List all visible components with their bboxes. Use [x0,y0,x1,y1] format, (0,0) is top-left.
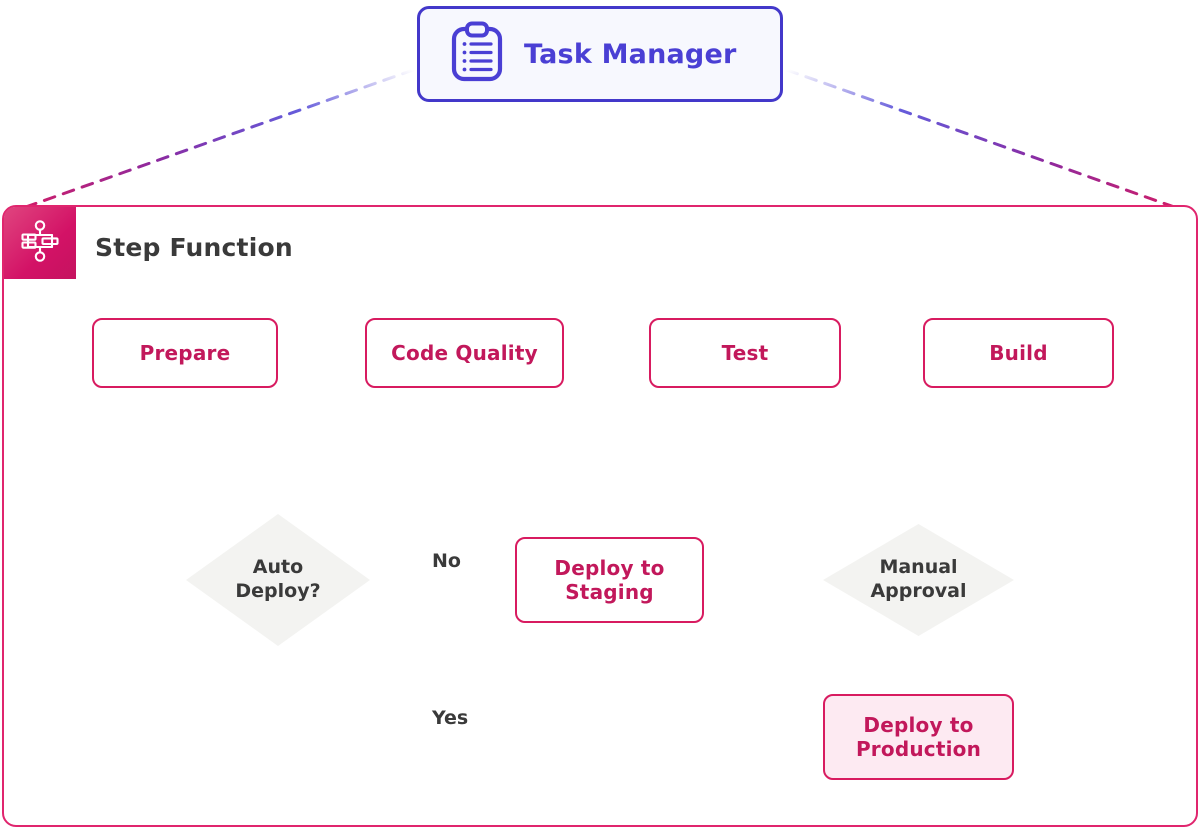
decision-auto-deploy[interactable]: Auto Deploy? [186,514,370,646]
node-deploy-to-staging[interactable]: Deploy to Staging [515,537,704,623]
node-test[interactable]: Test [649,318,841,388]
node-deploy-to-production-line2: Production [855,737,982,761]
edge-label-yes: Yes [432,707,469,729]
node-deploy-to-staging-line1: Deploy to [554,556,665,580]
node-test-label: Test [721,341,769,365]
node-deploy-to-production[interactable]: Deploy to Production [823,694,1014,780]
dashed-connector-left [4,68,415,216]
node-prepare[interactable]: Prepare [92,318,278,388]
node-deploy-to-production-line1: Deploy to [863,713,974,737]
step-function-container: Step Function [2,205,1198,827]
node-code-quality-label: Code Quality [391,341,538,365]
node-build[interactable]: Build [923,318,1114,388]
node-deploy-to-staging-label: Deploy to Staging [554,556,664,604]
decision-auto-deploy-label: Auto Deploy? [235,556,320,604]
node-deploy-to-production-label: Deploy to Production [856,713,981,761]
clipboard-icon [450,21,504,87]
decision-manual-approval[interactable]: Manual Approval [823,524,1014,636]
diagram-canvas: Task Manager Step Function Prepare Code … [0,0,1200,830]
decision-auto-deploy-line1: Auto [252,556,304,579]
step-function-badge [4,207,76,279]
decision-manual-approval-line1: Manual [879,556,958,579]
dashed-connector-right [785,68,1196,216]
decision-manual-approval-line2: Approval [870,580,967,602]
task-manager-title: Task Manager [524,38,737,70]
node-code-quality[interactable]: Code Quality [365,318,564,388]
step-function-title: Step Function [95,233,293,262]
edge-label-no: No [432,550,461,572]
decision-auto-deploy-line2: Deploy? [235,580,321,602]
decision-manual-approval-label: Manual Approval [870,556,966,604]
step-function-icon [19,220,61,266]
node-deploy-to-staging-line2: Staging [565,580,654,604]
node-prepare-label: Prepare [139,341,231,365]
node-build-label: Build [989,341,1048,365]
task-manager-card[interactable]: Task Manager [417,6,783,102]
